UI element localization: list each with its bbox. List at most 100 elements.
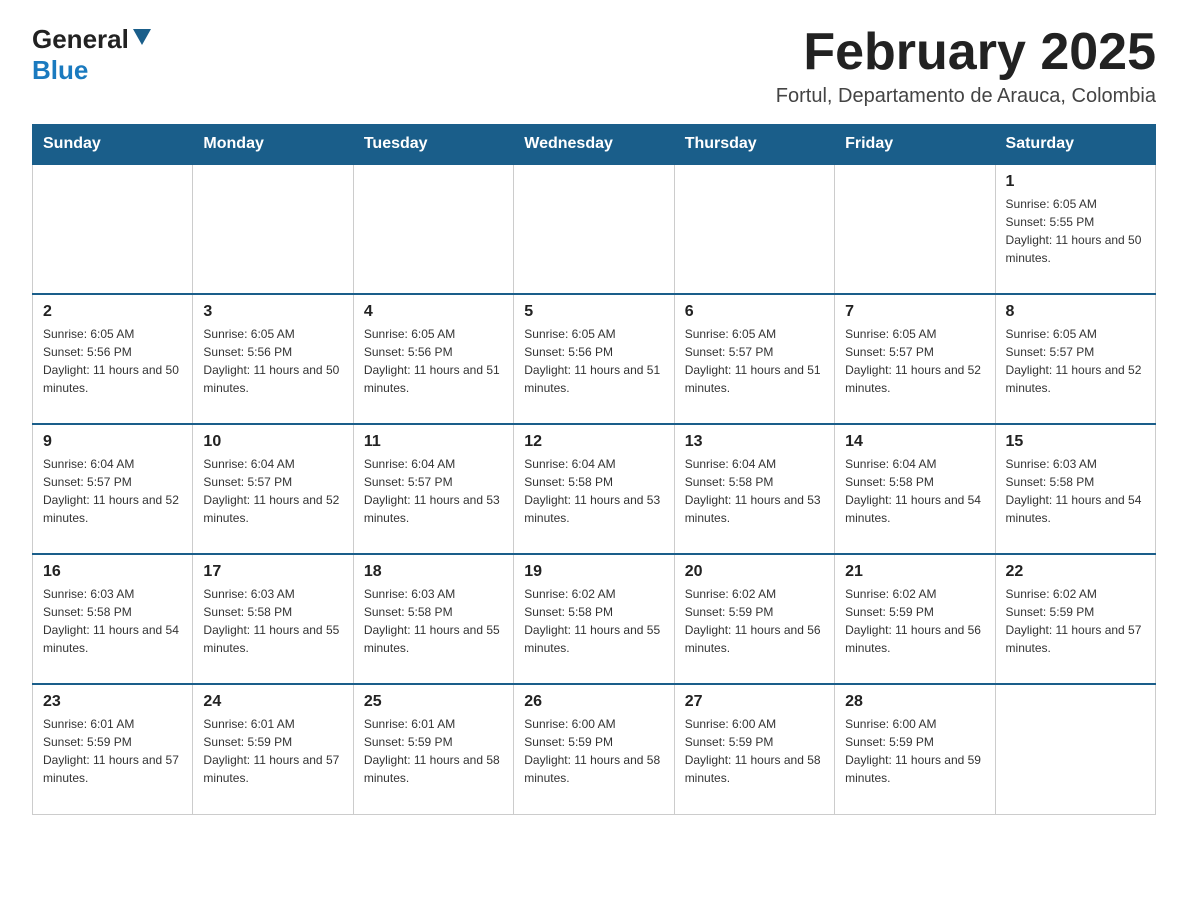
day-info: Sunrise: 6:02 AMSunset: 5:59 PMDaylight:… [685,585,824,657]
day-info: Sunrise: 6:04 AMSunset: 5:58 PMDaylight:… [685,455,824,527]
calendar-header-row: SundayMondayTuesdayWednesdayThursdayFrid… [33,125,1156,165]
day-info: Sunrise: 6:05 AMSunset: 5:56 PMDaylight:… [43,325,182,397]
calendar-cell: 16Sunrise: 6:03 AMSunset: 5:58 PMDayligh… [33,554,193,684]
day-info: Sunrise: 6:00 AMSunset: 5:59 PMDaylight:… [524,715,663,787]
calendar-cell [514,164,674,294]
calendar-cell: 19 Sunrise: 6:02 AMSunset: 5:58 PMDayligh… [514,554,674,684]
calendar-cell: 7 Sunrise: 6:05 AMSunset: 5:57 PMDaylight… [835,294,995,424]
day-info: Sunrise: 6:04 AMSunset: 5:58 PMDaylight:… [845,455,984,527]
calendar-cell: 21 Sunrise: 6:02 AMSunset: 5:59 PMDayligh… [835,554,995,684]
calendar-cell: 12 Sunrise: 6:04 AMSunset: 5:58 PMDayligh… [514,424,674,554]
day-number: 10 [203,433,342,451]
month-title: February 2025 [776,24,1156,81]
day-number: 11 [364,433,503,451]
location-title: Fortul, Departamento de Arauca, Colombia [776,85,1156,108]
day-number: 3 [203,303,342,321]
day-info: Sunrise: 6:01 AMSunset: 5:59 PMDaylight:… [203,715,342,787]
day-number: 23 [43,693,182,711]
calendar-cell [33,164,193,294]
calendar-cell: 22Sunrise: 6:02 AMSunset: 5:59 PMDayligh… [995,554,1155,684]
calendar-cell: 2 Sunrise: 6:05 AMSunset: 5:56 PMDaylight… [33,294,193,424]
day-number: 4 [364,303,503,321]
day-number: 17 [203,563,342,581]
day-number: 28 [845,693,984,711]
day-info: Sunrise: 6:01 AMSunset: 5:59 PMDaylight:… [43,715,182,787]
calendar-header-friday: Friday [835,125,995,165]
day-info: Sunrise: 6:04 AMSunset: 5:58 PMDaylight:… [524,455,663,527]
calendar-cell [995,684,1155,814]
title-block: February 2025 Fortul, Departamento de Ar… [776,24,1156,108]
day-info: Sunrise: 6:05 AMSunset: 5:57 PMDaylight:… [845,325,984,397]
day-number: 6 [685,303,824,321]
calendar-week-row: 9 Sunrise: 6:04 AMSunset: 5:57 PMDaylight… [33,424,1156,554]
calendar-cell: 4 Sunrise: 6:05 AMSunset: 5:56 PMDaylight… [353,294,513,424]
calendar-cell: 26 Sunrise: 6:00 AMSunset: 5:59 PMDayligh… [514,684,674,814]
calendar-header-monday: Monday [193,125,353,165]
day-info: Sunrise: 6:02 AMSunset: 5:59 PMDaylight:… [1006,585,1145,657]
day-info: Sunrise: 6:05 AMSunset: 5:56 PMDaylight:… [524,325,663,397]
day-number: 14 [845,433,984,451]
day-number: 18 [364,563,503,581]
calendar-week-row: 2 Sunrise: 6:05 AMSunset: 5:56 PMDaylight… [33,294,1156,424]
day-number: 7 [845,303,984,321]
calendar-cell: 18 Sunrise: 6:03 AMSunset: 5:58 PMDayligh… [353,554,513,684]
day-info: Sunrise: 6:00 AMSunset: 5:59 PMDaylight:… [845,715,984,787]
day-number: 27 [685,693,824,711]
day-number: 1 [1006,173,1145,191]
day-number: 26 [524,693,663,711]
calendar-cell: 20Sunrise: 6:02 AMSunset: 5:59 PMDayligh… [674,554,834,684]
calendar-week-row: 16Sunrise: 6:03 AMSunset: 5:58 PMDayligh… [33,554,1156,684]
day-number: 21 [845,563,984,581]
calendar-cell: 14 Sunrise: 6:04 AMSunset: 5:58 PMDayligh… [835,424,995,554]
day-number: 15 [1006,433,1145,451]
calendar-week-row: 23 Sunrise: 6:01 AMSunset: 5:59 PMDayligh… [33,684,1156,814]
calendar-week-row: 1 Sunrise: 6:05 AMSunset: 5:55 PMDaylight… [33,164,1156,294]
day-info: Sunrise: 6:01 AMSunset: 5:59 PMDaylight:… [364,715,503,787]
day-number: 24 [203,693,342,711]
day-number: 13 [685,433,824,451]
day-number: 2 [43,303,182,321]
day-number: 19 [524,563,663,581]
day-info: Sunrise: 6:03 AMSunset: 5:58 PMDaylight:… [364,585,503,657]
calendar-cell: 27 Sunrise: 6:00 AMSunset: 5:59 PMDayligh… [674,684,834,814]
calendar-cell: 6 Sunrise: 6:05 AMSunset: 5:57 PMDaylight… [674,294,834,424]
calendar-cell: 1 Sunrise: 6:05 AMSunset: 5:55 PMDaylight… [995,164,1155,294]
day-info: Sunrise: 6:05 AMSunset: 5:56 PMDaylight:… [203,325,342,397]
calendar-cell: 11 Sunrise: 6:04 AMSunset: 5:57 PMDayligh… [353,424,513,554]
day-info: Sunrise: 6:05 AMSunset: 5:56 PMDaylight:… [364,325,503,397]
day-info: Sunrise: 6:00 AMSunset: 5:59 PMDaylight:… [685,715,824,787]
day-info: Sunrise: 6:05 AMSunset: 5:57 PMDaylight:… [685,325,824,397]
calendar-cell [353,164,513,294]
day-info: Sunrise: 6:04 AMSunset: 5:57 PMDaylight:… [203,455,342,527]
day-number: 8 [1006,303,1145,321]
day-number: 9 [43,433,182,451]
calendar-cell [674,164,834,294]
calendar-cell: 28 Sunrise: 6:00 AMSunset: 5:59 PMDayligh… [835,684,995,814]
day-number: 25 [364,693,503,711]
calendar-cell [193,164,353,294]
calendar-cell: 8 Sunrise: 6:05 AMSunset: 5:57 PMDaylight… [995,294,1155,424]
day-info: Sunrise: 6:04 AMSunset: 5:57 PMDaylight:… [364,455,503,527]
logo-blue-text: Blue [32,55,88,86]
calendar-cell: 24 Sunrise: 6:01 AMSunset: 5:59 PMDayligh… [193,684,353,814]
day-info: Sunrise: 6:05 AMSunset: 5:57 PMDaylight:… [1006,325,1145,397]
day-info: Sunrise: 6:02 AMSunset: 5:58 PMDaylight:… [524,585,663,657]
logo-arrow-icon [131,27,153,52]
day-info: Sunrise: 6:05 AMSunset: 5:55 PMDaylight:… [1006,195,1145,267]
calendar-cell: 5Sunrise: 6:05 AMSunset: 5:56 PMDaylight… [514,294,674,424]
calendar-header-sunday: Sunday [33,125,193,165]
logo: General Blue [32,24,153,86]
page-header: General Blue February 2025 Fortul, Depar… [32,24,1156,108]
logo-general-text: General [32,24,129,55]
calendar-cell: 10 Sunrise: 6:04 AMSunset: 5:57 PMDayligh… [193,424,353,554]
day-info: Sunrise: 6:04 AMSunset: 5:57 PMDaylight:… [43,455,182,527]
day-number: 12 [524,433,663,451]
calendar-cell: 3 Sunrise: 6:05 AMSunset: 5:56 PMDaylight… [193,294,353,424]
calendar-cell: 17 Sunrise: 6:03 AMSunset: 5:58 PMDayligh… [193,554,353,684]
calendar-cell: 15Sunrise: 6:03 AMSunset: 5:58 PMDayligh… [995,424,1155,554]
calendar-cell: 25 Sunrise: 6:01 AMSunset: 5:59 PMDayligh… [353,684,513,814]
day-info: Sunrise: 6:02 AMSunset: 5:59 PMDaylight:… [845,585,984,657]
calendar-table: SundayMondayTuesdayWednesdayThursdayFrid… [32,124,1156,815]
day-info: Sunrise: 6:03 AMSunset: 5:58 PMDaylight:… [203,585,342,657]
calendar-cell [835,164,995,294]
